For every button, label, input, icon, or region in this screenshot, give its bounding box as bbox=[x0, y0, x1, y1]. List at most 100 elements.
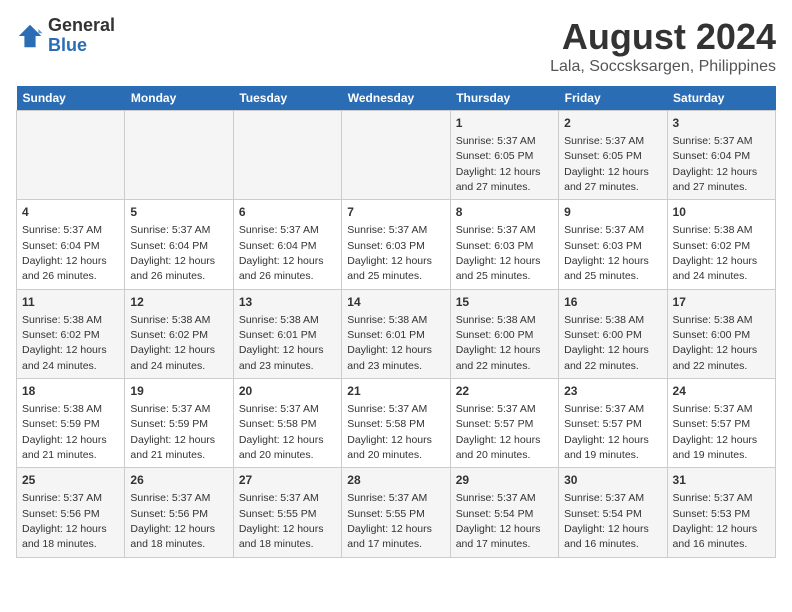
day-number: 17 bbox=[673, 294, 770, 311]
calendar-cell: 24 Sunrise: 5:37 AM Sunset: 5:57 PM Dayli… bbox=[667, 379, 775, 468]
day-number: 4 bbox=[22, 204, 119, 221]
day-info: Sunrise: 5:38 AM Sunset: 6:01 PM Dayligh… bbox=[347, 314, 432, 372]
day-number: 5 bbox=[130, 204, 227, 221]
logo-general-text: General bbox=[48, 16, 115, 36]
calendar-week-row: 11 Sunrise: 5:38 AM Sunset: 6:02 PM Dayli… bbox=[17, 289, 776, 378]
calendar-cell: 25Sunrise: 5:37 AM Sunset: 5:56 PM Dayli… bbox=[17, 468, 125, 557]
day-info: Sunrise: 5:38 AM Sunset: 6:01 PM Dayligh… bbox=[239, 314, 324, 372]
calendar-cell: 8Sunrise: 5:37 AM Sunset: 6:03 PM Daylig… bbox=[450, 200, 558, 289]
calendar-subtitle: Lala, Soccsksargen, Philippines bbox=[550, 58, 776, 76]
day-number: 16 bbox=[564, 294, 661, 311]
day-number: 24 bbox=[673, 383, 770, 400]
day-info: Sunrise: 5:37 AM Sunset: 5:58 PM Dayligh… bbox=[239, 403, 324, 461]
calendar-cell: 6Sunrise: 5:37 AM Sunset: 6:04 PM Daylig… bbox=[233, 200, 341, 289]
day-number: 9 bbox=[564, 204, 661, 221]
weekday-header-sunday: Sunday bbox=[17, 86, 125, 111]
calendar-cell: 7 Sunrise: 5:37 AM Sunset: 6:03 PM Daylig… bbox=[342, 200, 450, 289]
day-info: Sunrise: 5:37 AM Sunset: 5:56 PM Dayligh… bbox=[130, 492, 215, 550]
day-number: 10 bbox=[673, 204, 770, 221]
calendar-cell: 12Sunrise: 5:38 AM Sunset: 6:02 PM Dayli… bbox=[125, 289, 233, 378]
weekday-header-wednesday: Wednesday bbox=[342, 86, 450, 111]
day-info: Sunrise: 5:37 AM Sunset: 6:05 PM Dayligh… bbox=[564, 135, 649, 193]
day-info: Sunrise: 5:38 AM Sunset: 6:00 PM Dayligh… bbox=[456, 314, 541, 372]
calendar-week-row: 4 Sunrise: 5:37 AM Sunset: 6:04 PM Daylig… bbox=[17, 200, 776, 289]
logo-blue-text: Blue bbox=[48, 36, 115, 56]
calendar-cell: 19 Sunrise: 5:37 AM Sunset: 5:59 PM Dayli… bbox=[125, 379, 233, 468]
day-info: Sunrise: 5:37 AM Sunset: 6:04 PM Dayligh… bbox=[673, 135, 758, 193]
day-info: Sunrise: 5:37 AM Sunset: 5:57 PM Dayligh… bbox=[564, 403, 649, 461]
calendar-table: SundayMondayTuesdayWednesdayThursdayFrid… bbox=[16, 86, 776, 558]
calendar-cell: 11 Sunrise: 5:38 AM Sunset: 6:02 PM Dayli… bbox=[17, 289, 125, 378]
day-number: 19 bbox=[130, 383, 227, 400]
calendar-cell bbox=[17, 111, 125, 200]
calendar-cell: 29 Sunrise: 5:37 AM Sunset: 5:54 PM Dayli… bbox=[450, 468, 558, 557]
day-number: 12 bbox=[130, 294, 227, 311]
title-area: August 2024 Lala, Soccsksargen, Philippi… bbox=[550, 16, 776, 76]
weekday-header-thursday: Thursday bbox=[450, 86, 558, 111]
calendar-cell: 17Sunrise: 5:38 AM Sunset: 6:00 PM Dayli… bbox=[667, 289, 775, 378]
calendar-week-row: 1Sunrise: 5:37 AM Sunset: 6:05 PM Daylig… bbox=[17, 111, 776, 200]
day-info: Sunrise: 5:37 AM Sunset: 5:54 PM Dayligh… bbox=[456, 492, 541, 550]
day-number: 15 bbox=[456, 294, 553, 311]
calendar-cell: 28Sunrise: 5:37 AM Sunset: 5:55 PM Dayli… bbox=[342, 468, 450, 557]
day-info: Sunrise: 5:37 AM Sunset: 6:03 PM Dayligh… bbox=[347, 224, 432, 282]
day-number: 25 bbox=[22, 472, 119, 489]
calendar-cell: 18Sunrise: 5:38 AM Sunset: 5:59 PM Dayli… bbox=[17, 379, 125, 468]
calendar-cell: 22 Sunrise: 5:37 AM Sunset: 5:57 PM Dayli… bbox=[450, 379, 558, 468]
calendar-cell: 26 Sunrise: 5:37 AM Sunset: 5:56 PM Dayli… bbox=[125, 468, 233, 557]
day-number: 7 bbox=[347, 204, 444, 221]
calendar-cell: 21 Sunrise: 5:37 AM Sunset: 5:58 PM Dayli… bbox=[342, 379, 450, 468]
day-info: Sunrise: 5:37 AM Sunset: 5:55 PM Dayligh… bbox=[239, 492, 324, 550]
day-info: Sunrise: 5:38 AM Sunset: 6:02 PM Dayligh… bbox=[22, 314, 107, 372]
day-number: 22 bbox=[456, 383, 553, 400]
day-number: 11 bbox=[22, 294, 119, 311]
calendar-cell: 13 Sunrise: 5:38 AM Sunset: 6:01 PM Dayli… bbox=[233, 289, 341, 378]
calendar-cell: 23 Sunrise: 5:37 AM Sunset: 5:57 PM Dayli… bbox=[559, 379, 667, 468]
day-info: Sunrise: 5:37 AM Sunset: 5:53 PM Dayligh… bbox=[673, 492, 758, 550]
calendar-title: August 2024 bbox=[550, 16, 776, 58]
calendar-cell: 27Sunrise: 5:37 AM Sunset: 5:55 PM Dayli… bbox=[233, 468, 341, 557]
weekday-header-row: SundayMondayTuesdayWednesdayThursdayFrid… bbox=[17, 86, 776, 111]
calendar-cell bbox=[342, 111, 450, 200]
calendar-cell: 30 Sunrise: 5:37 AM Sunset: 5:54 PM Dayli… bbox=[559, 468, 667, 557]
day-number: 26 bbox=[130, 472, 227, 489]
day-number: 20 bbox=[239, 383, 336, 400]
day-info: Sunrise: 5:37 AM Sunset: 6:05 PM Dayligh… bbox=[456, 135, 541, 193]
day-number: 29 bbox=[456, 472, 553, 489]
day-info: Sunrise: 5:37 AM Sunset: 6:04 PM Dayligh… bbox=[239, 224, 324, 282]
weekday-header-saturday: Saturday bbox=[667, 86, 775, 111]
calendar-cell: 14 Sunrise: 5:38 AM Sunset: 6:01 PM Dayli… bbox=[342, 289, 450, 378]
day-info: Sunrise: 5:37 AM Sunset: 5:59 PM Dayligh… bbox=[130, 403, 215, 461]
day-number: 18 bbox=[22, 383, 119, 400]
day-number: 14 bbox=[347, 294, 444, 311]
calendar-header: SundayMondayTuesdayWednesdayThursdayFrid… bbox=[17, 86, 776, 111]
calendar-cell: 4 Sunrise: 5:37 AM Sunset: 6:04 PM Daylig… bbox=[17, 200, 125, 289]
day-number: 21 bbox=[347, 383, 444, 400]
calendar-cell: 2 Sunrise: 5:37 AM Sunset: 6:05 PM Daylig… bbox=[559, 111, 667, 200]
calendar-cell: 10 Sunrise: 5:38 AM Sunset: 6:02 PM Dayli… bbox=[667, 200, 775, 289]
calendar-cell: 3 Sunrise: 5:37 AM Sunset: 6:04 PM Daylig… bbox=[667, 111, 775, 200]
day-info: Sunrise: 5:37 AM Sunset: 6:04 PM Dayligh… bbox=[22, 224, 107, 282]
calendar-cell: 20 Sunrise: 5:37 AM Sunset: 5:58 PM Dayli… bbox=[233, 379, 341, 468]
day-info: Sunrise: 5:37 AM Sunset: 5:58 PM Dayligh… bbox=[347, 403, 432, 461]
day-info: Sunrise: 5:37 AM Sunset: 5:57 PM Dayligh… bbox=[456, 403, 541, 461]
day-number: 3 bbox=[673, 115, 770, 132]
day-info: Sunrise: 5:38 AM Sunset: 6:02 PM Dayligh… bbox=[673, 224, 758, 282]
day-number: 30 bbox=[564, 472, 661, 489]
calendar-cell: 1Sunrise: 5:37 AM Sunset: 6:05 PM Daylig… bbox=[450, 111, 558, 200]
day-info: Sunrise: 5:37 AM Sunset: 5:54 PM Dayligh… bbox=[564, 492, 649, 550]
day-info: Sunrise: 5:37 AM Sunset: 5:57 PM Dayligh… bbox=[673, 403, 758, 461]
weekday-header-tuesday: Tuesday bbox=[233, 86, 341, 111]
day-number: 2 bbox=[564, 115, 661, 132]
weekday-header-friday: Friday bbox=[559, 86, 667, 111]
logo-icon bbox=[16, 22, 44, 50]
day-number: 13 bbox=[239, 294, 336, 311]
day-number: 23 bbox=[564, 383, 661, 400]
calendar-cell bbox=[125, 111, 233, 200]
day-info: Sunrise: 5:37 AM Sunset: 6:04 PM Dayligh… bbox=[130, 224, 215, 282]
day-info: Sunrise: 5:37 AM Sunset: 6:03 PM Dayligh… bbox=[564, 224, 649, 282]
calendar-cell: 16 Sunrise: 5:38 AM Sunset: 6:00 PM Dayli… bbox=[559, 289, 667, 378]
day-info: Sunrise: 5:38 AM Sunset: 6:00 PM Dayligh… bbox=[564, 314, 649, 372]
calendar-cell: 9 Sunrise: 5:37 AM Sunset: 6:03 PM Daylig… bbox=[559, 200, 667, 289]
day-number: 28 bbox=[347, 472, 444, 489]
